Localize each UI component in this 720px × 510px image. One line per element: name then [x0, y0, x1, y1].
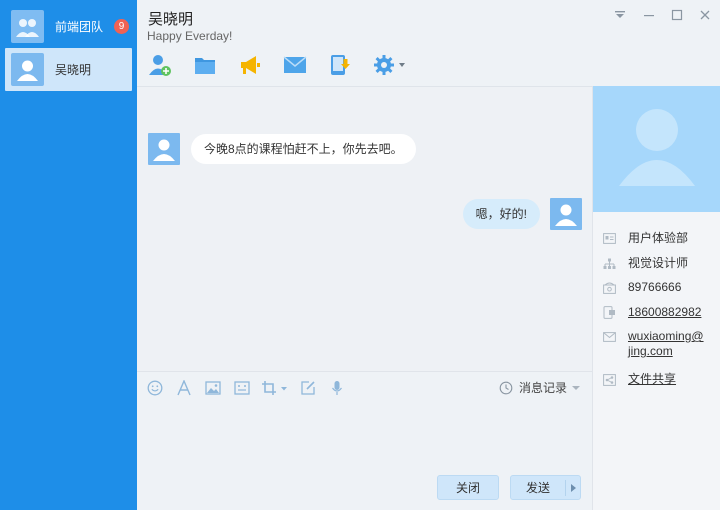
message-input-area[interactable]: 消息记录 关闭 发送 — [137, 371, 592, 510]
send-button[interactable]: 发送 — [510, 475, 581, 500]
send-options-arrow-icon[interactable] — [569, 483, 577, 493]
message-history-link[interactable]: 消息记录 — [499, 379, 581, 396]
profile-avatar — [593, 86, 720, 212]
folder-icon[interactable] — [192, 52, 218, 78]
contact-name: 吴晓明 — [148, 11, 194, 28]
mail-icon[interactable] — [282, 52, 308, 78]
conversation-name: 前端团队 — [55, 20, 104, 34]
email-line-1: wuxiaoming@ — [628, 329, 704, 343]
send-options-divider — [565, 480, 566, 496]
file-share-row[interactable]: 文件共享 — [603, 372, 676, 387]
clock-icon — [499, 381, 513, 394]
contact-profile-panel: 用户体验部 视觉设计师 89766666 18600882982 wuxiaom… — [592, 86, 720, 510]
mobile-icon — [603, 306, 616, 319]
position-text: 视觉设计师 — [628, 256, 689, 270]
settings-gear-icon[interactable] — [372, 52, 406, 78]
message-area[interactable]: 今晚8点的课程怕赶不上，你先去吧。 嗯，好的! — [137, 86, 592, 371]
add-contact-icon[interactable] — [147, 52, 173, 78]
outgoing-message-bubble: 嗯，好的! — [462, 199, 540, 229]
email-link[interactable]: wuxiaoming@ jing.com — [628, 329, 704, 359]
email-icon — [603, 330, 616, 343]
position-row: 视觉设计师 — [603, 256, 688, 271]
department-text: 用户体验部 — [628, 231, 689, 245]
screenshot-icon[interactable] — [232, 378, 252, 398]
phone-row: 89766666 — [603, 280, 681, 295]
close-button[interactable]: 关闭 — [437, 475, 499, 500]
mobile-row[interactable]: 18600882982 — [603, 305, 701, 320]
announcement-icon[interactable] — [237, 52, 263, 78]
user-avatar — [11, 53, 44, 86]
chat-header: 吴晓明 Happy Everday! — [137, 0, 720, 86]
crop-icon[interactable] — [261, 378, 289, 398]
emoji-icon[interactable] — [145, 378, 165, 398]
email-row[interactable]: wuxiaoming@ jing.com — [603, 329, 704, 359]
unread-badge: 9 — [114, 19, 129, 34]
id-card-icon — [603, 232, 616, 245]
group-avatar — [11, 10, 44, 43]
phone-text: 89766666 — [628, 280, 682, 294]
send-label: 发送 — [525, 481, 550, 495]
microphone-icon[interactable] — [327, 378, 347, 398]
incoming-message-bubble: 今晚8点的课程怕赶不上，你先去吧。 — [191, 134, 416, 164]
conversation-name: 吴晓明 — [55, 63, 92, 77]
chevron-down-icon — [572, 385, 580, 390]
minimize-icon[interactable] — [641, 7, 657, 23]
edit-icon[interactable] — [298, 378, 318, 398]
chat-toolbar — [147, 52, 425, 78]
mobile-link[interactable]: 18600882982 — [628, 305, 701, 320]
contact-avatar — [148, 133, 180, 165]
image-icon[interactable] — [203, 378, 223, 398]
input-toolbar — [145, 378, 356, 398]
file-share-link[interactable]: 文件共享 — [628, 372, 676, 387]
conversation-item-wuxiaoming[interactable]: 吴晓明 — [5, 48, 132, 91]
close-icon[interactable] — [697, 7, 713, 23]
share-icon — [603, 373, 616, 386]
contact-signature: Happy Everday! — [147, 29, 233, 43]
phone-icon — [603, 281, 616, 294]
email-line-2: jing.com — [628, 344, 673, 358]
org-chart-icon — [603, 257, 616, 270]
history-label: 消息记录 — [518, 381, 567, 395]
conversation-sidebar: 前端团队 9 吴晓明 — [0, 0, 137, 510]
dropdown-menu-icon[interactable] — [612, 7, 628, 23]
my-avatar — [550, 198, 582, 230]
mobile-transfer-icon[interactable] — [327, 52, 353, 78]
maximize-icon[interactable] — [669, 7, 685, 23]
department-row: 用户体验部 — [603, 231, 688, 246]
conversation-item-group[interactable]: 前端团队 9 — [5, 5, 132, 48]
font-icon[interactable] — [174, 378, 194, 398]
